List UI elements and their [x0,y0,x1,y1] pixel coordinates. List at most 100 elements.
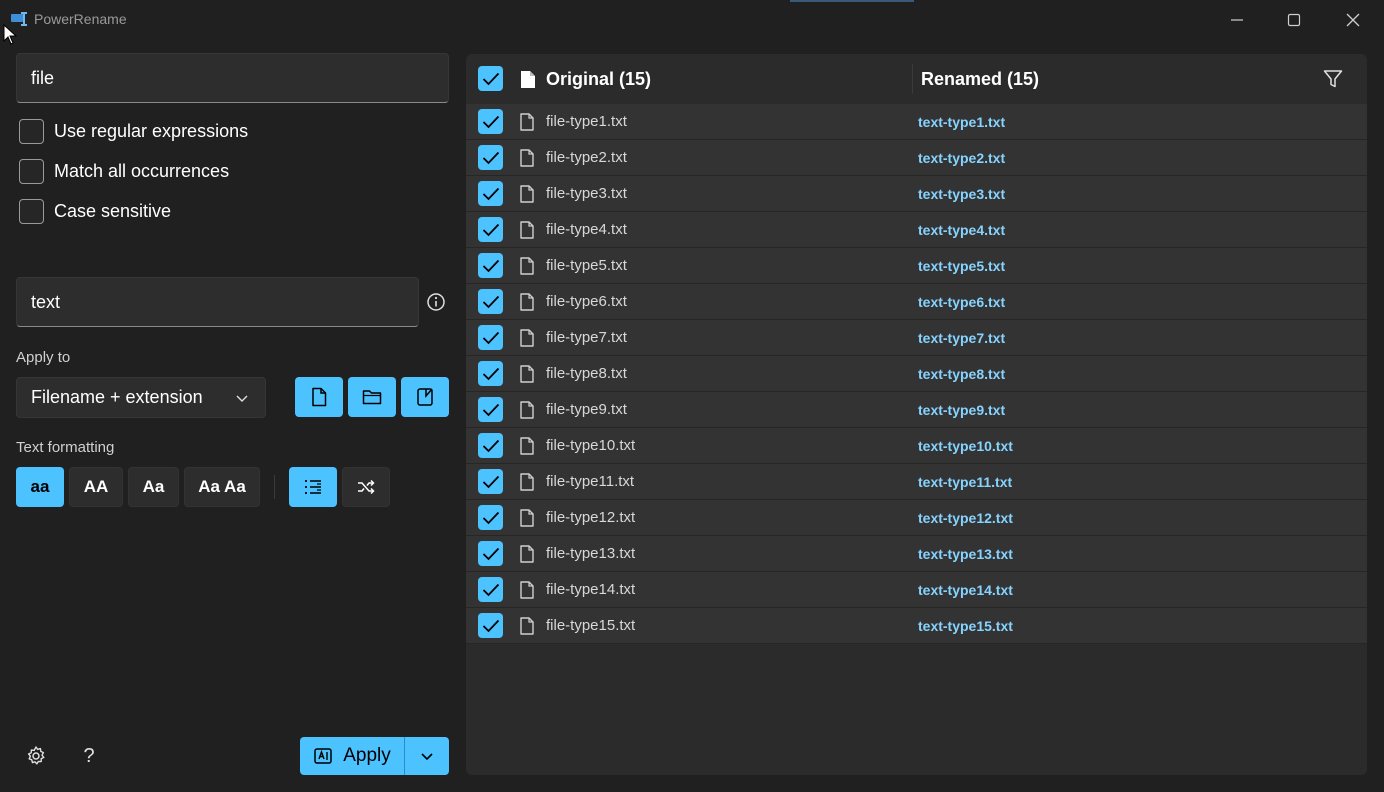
titlecase-button[interactable]: Aa [128,467,179,507]
original-filename: file-type14.txt [546,581,636,598]
checkmark-icon [482,259,499,272]
renamed-filename: text-type10.txt [918,438,1013,454]
replace-input[interactable]: text [16,277,419,327]
apply-to-label: Apply to [16,349,71,366]
table-row[interactable]: file-type4.txt text-type4.txt [466,212,1367,248]
table-row[interactable]: file-type9.txt text-type9.txt [466,392,1367,428]
row-checkbox[interactable] [478,541,503,566]
renamed-filename: text-type15.txt [918,618,1013,634]
use-regex-checkbox[interactable]: Use regular expressions [19,118,248,144]
table-row[interactable]: file-type13.txt text-type13.txt [466,536,1367,572]
maximize-button[interactable] [1265,0,1323,40]
file-icon [520,509,534,527]
include-files-button[interactable] [295,377,343,417]
apply-options-button[interactable] [405,737,449,775]
table-row[interactable]: file-type14.txt text-type14.txt [466,572,1367,608]
title-accent-bar [790,0,914,2]
text-formatting-label: Text formatting [16,439,115,456]
table-row[interactable]: file-type8.txt text-type8.txt [466,356,1367,392]
row-checkbox[interactable] [478,469,503,494]
help-button[interactable]: ? [77,744,101,768]
row-checkbox[interactable] [478,325,503,350]
checkbox-label: Use regular expressions [54,120,249,141]
info-icon[interactable] [426,292,446,312]
format-divider [274,475,275,499]
row-checkbox[interactable] [478,217,503,242]
file-icon [520,149,534,167]
row-checkbox[interactable] [478,289,503,314]
subfolder-icon [417,388,433,406]
row-checkbox[interactable] [478,613,503,638]
checkmark-icon [482,331,499,344]
checkbox-box[interactable] [19,158,44,184]
select-all-checkbox[interactable] [478,66,503,91]
capitalize-label: Aa Aa [198,477,246,496]
table-row[interactable]: file-type3.txt text-type3.txt [466,176,1367,212]
lowercase-label: aa [30,477,50,496]
chevron-down-icon [236,395,248,402]
renamed-filename: text-type2.txt [918,150,1006,166]
row-checkbox[interactable] [478,109,503,134]
question-mark-icon: ? [83,744,95,767]
case-sensitive-checkbox[interactable]: Case sensitive [19,198,171,224]
apply-to-dropdown[interactable]: Filename + extension [16,377,266,418]
table-row[interactable]: file-type2.txt text-type2.txt [466,140,1367,176]
column-divider[interactable] [912,64,913,94]
close-button[interactable] [1324,0,1382,40]
minimize-button[interactable] [1208,0,1266,40]
renamed-filename: text-type12.txt [918,510,1013,526]
original-filename: file-type8.txt [546,365,627,382]
rename-icon [314,748,332,764]
match-all-checkbox[interactable]: Match all occurrences [19,158,229,184]
file-icon [520,257,534,275]
file-icon [520,185,534,203]
renamed-filename: text-type14.txt [918,582,1013,598]
maximize-icon [1287,13,1301,27]
enumerate-button[interactable] [289,467,337,507]
settings-button[interactable] [24,744,48,768]
filter-icon[interactable] [1323,69,1343,89]
file-icon [312,387,327,407]
row-checkbox[interactable] [478,181,503,206]
checkbox-box[interactable] [19,118,44,144]
search-input[interactable]: file [16,53,449,103]
uppercase-label: AA [83,477,109,496]
table-row[interactable]: file-type10.txt text-type10.txt [466,428,1367,464]
table-row[interactable]: file-type1.txt text-type1.txt [466,104,1367,140]
table-row[interactable]: file-type5.txt text-type5.txt [466,248,1367,284]
capitalize-button[interactable]: Aa Aa [184,467,260,507]
checkmark-icon [482,403,499,416]
random-string-button[interactable] [342,467,390,507]
table-row[interactable]: file-type6.txt text-type6.txt [466,284,1367,320]
row-checkbox[interactable] [478,433,503,458]
folder-icon [362,390,382,405]
include-subfolders-button[interactable] [401,377,449,417]
include-folders-button[interactable] [348,377,396,417]
replace-input-value: text [31,291,61,312]
search-input-value: file [31,67,55,88]
row-checkbox[interactable] [478,145,503,170]
checkmark-icon [482,619,499,632]
apply-button[interactable]: Apply [300,737,404,775]
table-row[interactable]: file-type12.txt text-type12.txt [466,500,1367,536]
uppercase-button[interactable]: AA [69,467,123,507]
row-checkbox[interactable] [478,253,503,278]
row-checkbox[interactable] [478,577,503,602]
table-row[interactable]: file-type15.txt text-type15.txt [466,608,1367,644]
original-filename: file-type12.txt [546,509,636,526]
original-filename: file-type3.txt [546,185,627,202]
row-checkbox[interactable] [478,397,503,422]
original-filename: file-type13.txt [546,545,636,562]
checkbox-box[interactable] [19,198,44,224]
row-checkbox[interactable] [478,361,503,386]
list-header: Original (15) Renamed (15) [466,54,1367,104]
checkmark-icon [482,187,499,200]
window-title: PowerRename [34,11,127,27]
lowercase-button[interactable]: aa [16,467,64,507]
original-filename: file-type1.txt [546,113,627,130]
original-filename: file-type6.txt [546,293,627,310]
original-filename: file-type5.txt [546,257,627,274]
row-checkbox[interactable] [478,505,503,530]
table-row[interactable]: file-type11.txt text-type11.txt [466,464,1367,500]
table-row[interactable]: file-type7.txt text-type7.txt [466,320,1367,356]
